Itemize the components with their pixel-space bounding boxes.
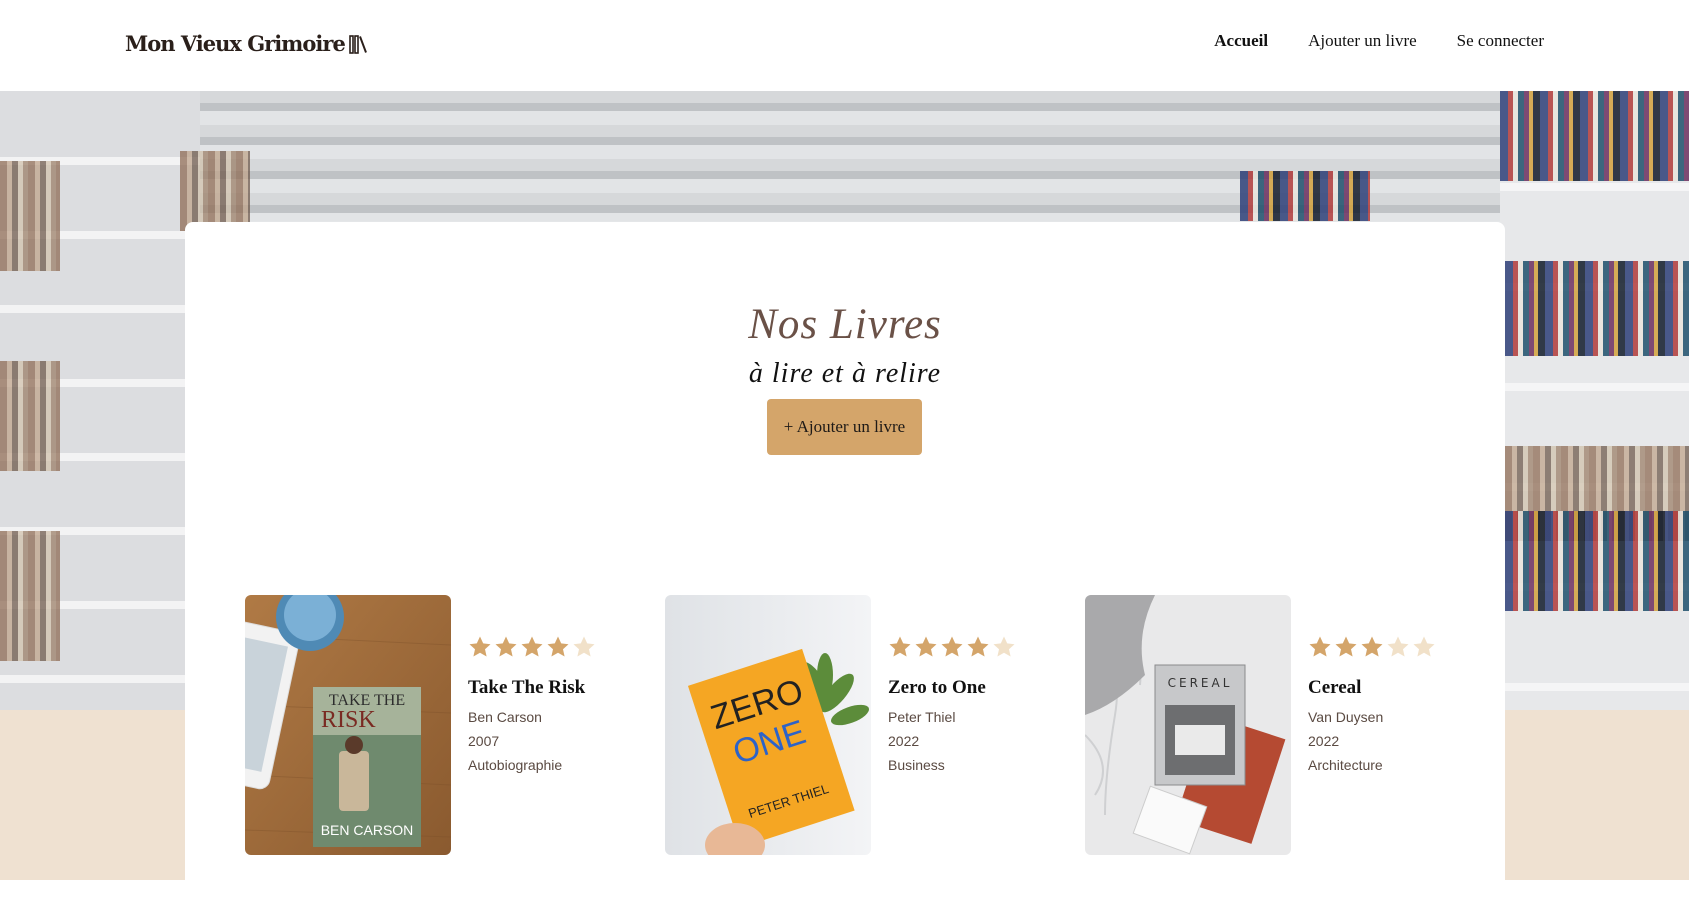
star-empty-icon [573, 636, 595, 657]
star-filled-icon [1361, 636, 1383, 657]
star-empty-icon [1387, 636, 1409, 657]
book-row [1500, 91, 1689, 181]
book-title[interactable]: Take The Risk [468, 677, 596, 699]
star-empty-icon [1413, 636, 1435, 657]
star-filled-icon [495, 636, 517, 657]
star-filled-icon [1335, 636, 1357, 657]
book-cover-image[interactable]: CEREAL [1085, 595, 1291, 855]
book-item-zero-to-one[interactable]: ZERO ONE PETER THIEL Zero to One Peter T… [665, 595, 1065, 857]
book-year: 2022 [888, 733, 920, 749]
star-filled-icon [469, 636, 491, 657]
book-row [1505, 261, 1689, 356]
star-filled-icon [547, 636, 569, 657]
book-row [0, 531, 60, 661]
book-item-cereal[interactable]: CEREAL Cereal Van Duysen 2022 Architectu… [1085, 595, 1485, 857]
book-genre: Business [888, 757, 945, 773]
page-subtitle: à lire et à relire [748, 358, 942, 389]
logo-text: Mon Vieux Grimoire [125, 31, 346, 56]
book-info: Take The Risk Ben Carson 2007 Autobiogra… [468, 635, 596, 777]
book-year: 2007 [468, 733, 500, 749]
star-filled-icon [915, 636, 937, 657]
book-cover-image[interactable]: ZERO ONE PETER THIEL [665, 595, 871, 855]
book-row [0, 161, 60, 271]
book-year: 2022 [1308, 733, 1340, 749]
nav-se-connecter[interactable]: Se connecter [1457, 31, 1544, 51]
rating-stars [888, 635, 1016, 663]
books-icon [349, 34, 367, 54]
star-filled-icon [521, 636, 543, 657]
bookshelf-right [1500, 91, 1689, 710]
book-author: Peter Thiel [888, 709, 956, 725]
nav-accueil[interactable]: Accueil [1214, 31, 1268, 51]
book-row [180, 151, 250, 231]
cover-text: BEN CARSON [321, 822, 414, 838]
star-empty-icon [993, 636, 1015, 657]
nav-ajouter-livre[interactable]: Ajouter un livre [1308, 31, 1417, 51]
book-cover-image[interactable]: TAKE THE RISK BEN CARSON [245, 595, 451, 855]
star-filled-icon [1309, 636, 1331, 657]
add-book-button[interactable]: + Ajouter un livre [767, 399, 922, 455]
book-row [1505, 511, 1689, 611]
book-title[interactable]: Cereal [1308, 677, 1436, 699]
cover-text: CEREAL [1168, 676, 1233, 690]
book-info: Zero to One Peter Thiel 2022 Business [888, 635, 1016, 777]
site-logo[interactable]: Mon Vieux Grimoire [125, 31, 369, 56]
cover-text: RISK [321, 707, 376, 733]
book-genre: Architecture [1308, 757, 1383, 773]
book-row [1240, 171, 1370, 221]
star-filled-icon [889, 636, 911, 657]
rating-stars [468, 635, 596, 663]
site-header: Mon Vieux Grimoire Accueil Ajouter un li… [0, 0, 1689, 91]
book-genre: Autobiographie [468, 757, 563, 773]
book-author: Van Duysen [1308, 709, 1384, 725]
book-title[interactable]: Zero to One [888, 677, 1016, 699]
library-ceiling [0, 91, 1689, 221]
book-author: Ben Carson [468, 709, 542, 725]
books-card: Nos Livres à lire et à relire + Ajouter … [185, 222, 1505, 902]
star-filled-icon [967, 636, 989, 657]
book-row [0, 361, 60, 471]
star-filled-icon [941, 636, 963, 657]
page-title: Nos Livres [748, 301, 942, 348]
book-info: Cereal Van Duysen 2022 Architecture [1308, 635, 1436, 777]
book-item-take-the-risk[interactable]: TAKE THE RISK BEN CARSON Take The Risk B… [245, 595, 645, 857]
main-nav: Accueil Ajouter un livre Se connecter [1214, 31, 1544, 51]
rating-stars [1308, 635, 1436, 663]
